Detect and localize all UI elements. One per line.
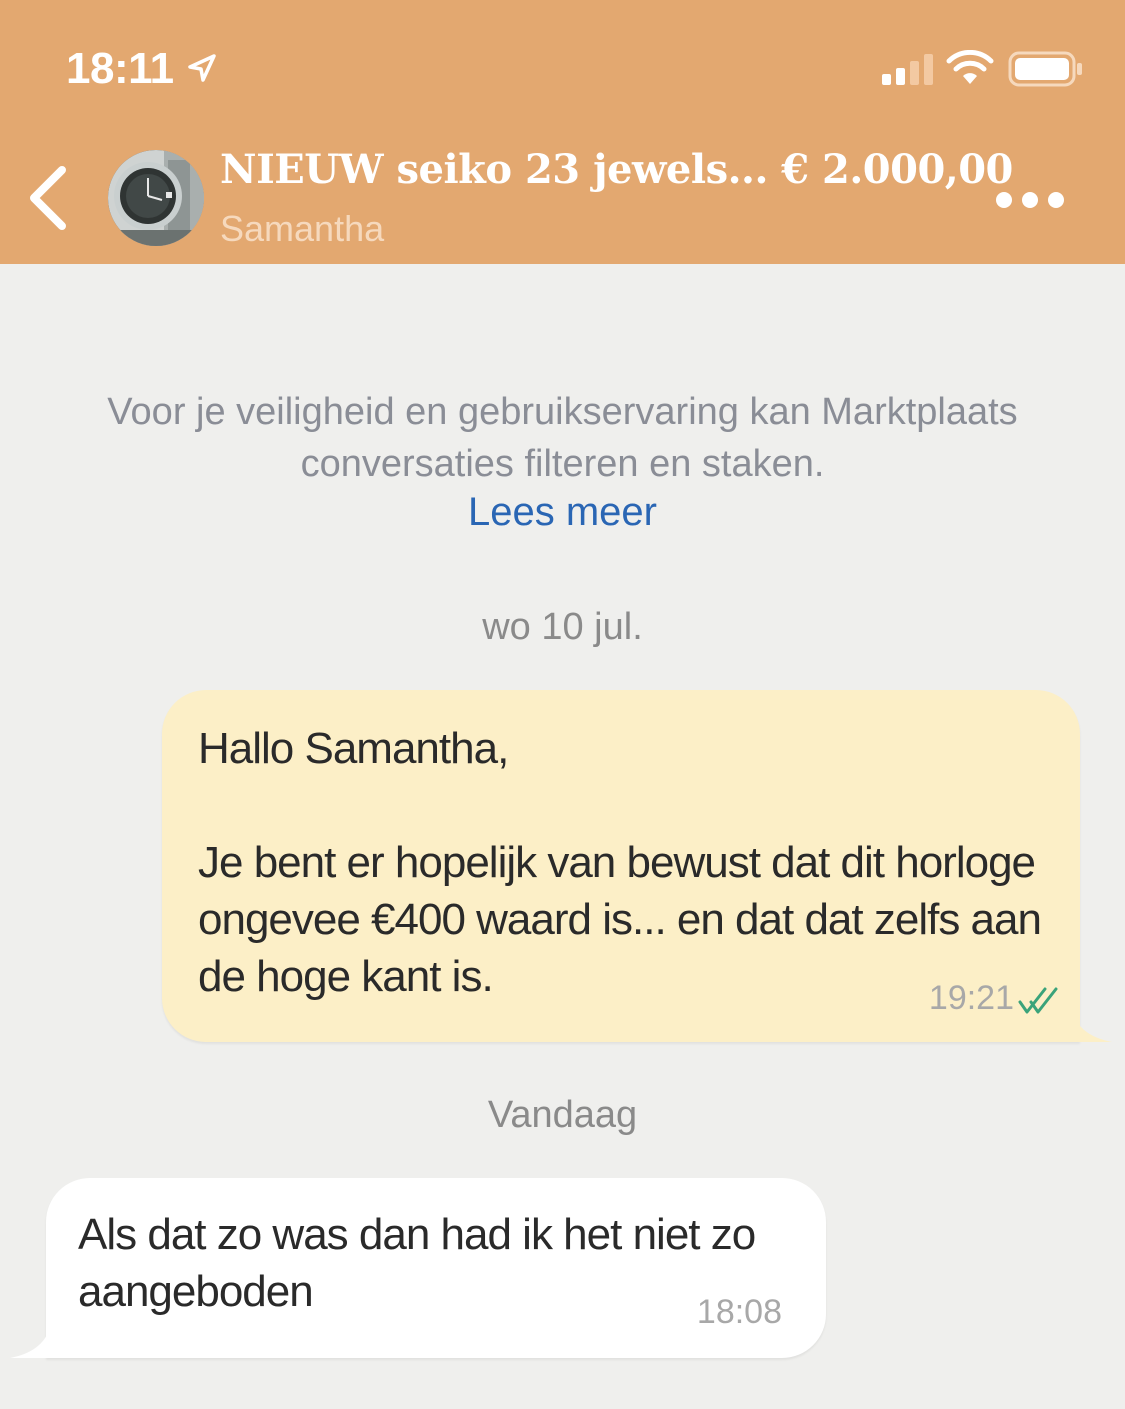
wifi-icon	[946, 50, 994, 84]
incoming-message[interactable]: Als dat zo was dan had ik het niet zo aa…	[10, 1178, 826, 1358]
bubble-tail	[10, 1328, 50, 1358]
back-button[interactable]	[18, 158, 78, 238]
listing-thumbnail[interactable]	[108, 150, 204, 246]
message-time: 18:08	[696, 1293, 782, 1331]
bubble-tail	[1072, 1012, 1112, 1042]
message-time: 19:21	[928, 979, 1014, 1017]
safety-notice: Voor je veiligheid en gebruikservaring k…	[107, 391, 1018, 485]
watch-image-icon	[108, 150, 204, 246]
date-separator: wo 10 jul.	[482, 606, 643, 648]
more-options-button[interactable]	[988, 180, 1074, 220]
contact-name: Samantha	[220, 208, 385, 249]
message-text: Hallo Samantha, Je bent er hopelijk van …	[198, 724, 1042, 1001]
location-arrow-icon	[188, 54, 216, 82]
battery-icon	[1008, 51, 1082, 87]
status-time: 18:11	[66, 44, 174, 93]
listing-title[interactable]: NIEUW seiko 23 jewels... € 2.000,00	[220, 146, 1013, 193]
outgoing-message[interactable]: Hallo Samantha, Je bent er hopelijk van …	[162, 690, 1112, 1042]
chat-header: 18:11 NIEUW seiko 23 jewels... € 2.000,0…	[0, 0, 1125, 264]
read-more-link[interactable]: Lees meer	[0, 490, 1125, 535]
double-check-icon	[1018, 987, 1058, 1014]
signal-icon	[882, 54, 933, 85]
date-separator: Vandaag	[487, 1094, 638, 1136]
